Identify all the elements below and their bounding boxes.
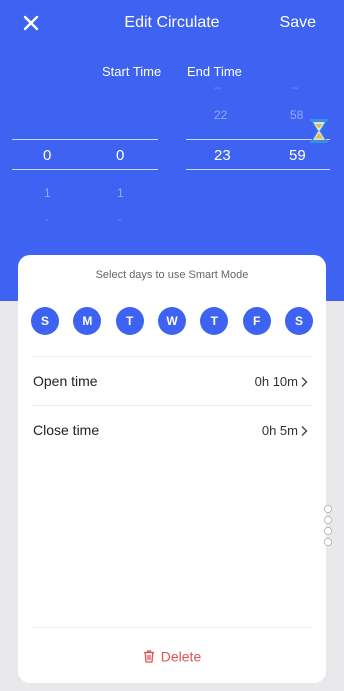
divider <box>32 405 312 406</box>
day-thursday[interactable]: T <box>200 307 229 335</box>
open-time-value-wrap: 0h 10m <box>255 374 308 389</box>
end-minute-selected: 59 <box>289 147 306 164</box>
day-wednesday[interactable]: W <box>157 307 186 335</box>
start-minute-next2: - <box>118 214 122 226</box>
start-selection-line-bottom <box>12 169 158 170</box>
day-saturday[interactable]: S <box>284 307 313 335</box>
smart-mode-caption: Select days to use Smart Mode <box>95 269 249 281</box>
day-monday[interactable]: M <box>73 307 102 335</box>
start-selection-line-top <box>12 139 158 140</box>
end-minute-prev: 58 <box>290 108 304 122</box>
trash-icon <box>143 650 154 663</box>
end-selection-line-bottom <box>186 169 330 170</box>
end-time-label: End Time <box>187 64 242 79</box>
start-minute-next: 1 <box>117 186 124 200</box>
end-hour-prev2: -- <box>214 82 222 94</box>
day-tuesday[interactable]: T <box>115 307 144 335</box>
divider <box>32 627 312 628</box>
start-minute-selected: 0 <box>116 147 125 164</box>
open-time-label: Open time <box>33 373 98 389</box>
chevron-right-icon <box>301 425 308 436</box>
start-hour-next2: - <box>45 214 49 226</box>
chevron-right-icon <box>301 376 308 387</box>
day-sunday[interactable]: S <box>31 307 59 335</box>
end-minute-prev2: -- <box>291 82 299 94</box>
start-time-label: Start Time <box>102 64 162 79</box>
app-bar: Edit Circulate Save <box>0 0 344 48</box>
smart-mode-card: Select days to use Smart Mode S M T W T … <box>18 255 326 683</box>
day-selector: S M T W T F S <box>31 307 313 335</box>
start-hour-selected: 0 <box>43 147 52 164</box>
divider <box>32 356 312 357</box>
start-hour-next: 1 <box>44 186 51 200</box>
end-hour-prev: 22 <box>214 108 228 122</box>
delete-button[interactable]: Delete <box>18 647 326 664</box>
end-hour-selected: 23 <box>214 147 231 164</box>
close-icon[interactable] <box>20 12 42 34</box>
close-time-label: Close time <box>33 422 100 438</box>
day-friday[interactable]: F <box>242 307 271 335</box>
save-button[interactable]: Save <box>280 14 316 32</box>
open-time-value: 0h 10m <box>254 374 298 389</box>
close-time-value-wrap: 0h 5m <box>262 423 308 438</box>
close-time-value: 0h 5m <box>261 423 298 438</box>
hourglass-icon <box>307 118 331 144</box>
delete-label: Delete <box>160 648 202 665</box>
drag-handle-icon[interactable] <box>323 504 333 548</box>
